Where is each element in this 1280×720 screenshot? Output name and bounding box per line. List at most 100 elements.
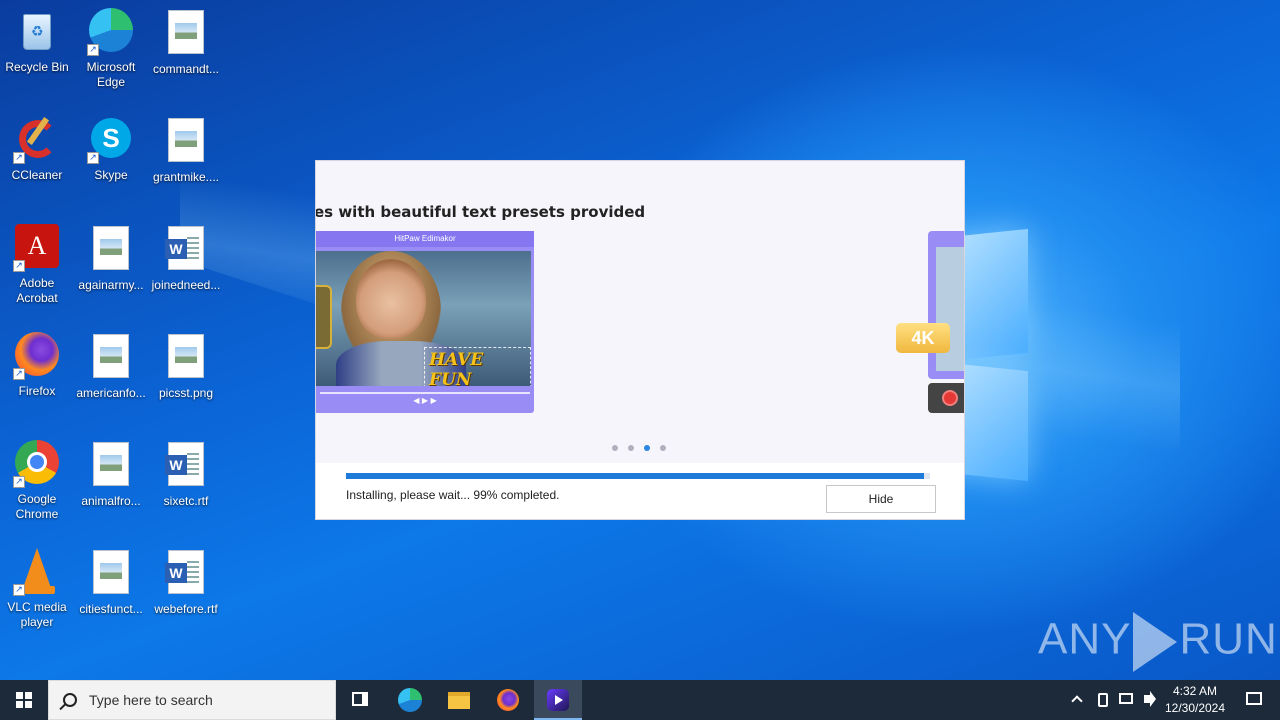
taskbar-file-explorer[interactable] — [434, 680, 482, 720]
icon-label: VLC media player — [7, 600, 67, 629]
tray-volume[interactable] — [1140, 680, 1162, 720]
icon-label: Adobe Acrobat — [16, 276, 58, 305]
task-view-icon — [352, 692, 368, 706]
desktop-icon-word-file[interactable]: W sixetc.rtf — [149, 440, 223, 509]
taskbar-firefox[interactable] — [484, 680, 532, 720]
show-hidden-icons-button[interactable] — [1068, 680, 1088, 720]
folder-icon — [448, 692, 470, 709]
windows-icon — [16, 692, 32, 708]
taskbar: Type here to search 4:32 AM 12/30/2024 — [0, 680, 1280, 720]
desktop-icon-image-file[interactable]: americanfo... — [74, 332, 148, 401]
icon-label: Firefox — [18, 384, 56, 398]
desktop-icon-image-file[interactable]: grantmike.... — [149, 116, 223, 185]
carousel-dot[interactable] — [628, 445, 634, 451]
taskbar-edge[interactable] — [386, 680, 434, 720]
desktop: ♻ Recycle Bin ↗ CCleaner A ↗ Adobe Acrob… — [0, 0, 1280, 680]
vlc-icon: ↗ — [13, 548, 61, 596]
device-icon — [1098, 693, 1108, 707]
desktop-icon-image-file[interactable]: animalfro... — [74, 440, 148, 509]
4k-badge: 4K — [896, 323, 950, 353]
network-icon — [1119, 693, 1133, 704]
carousel-dots — [612, 445, 666, 451]
clock-time: 4:32 AM — [1172, 684, 1218, 698]
slide-title: es with beautiful text presets provided — [315, 203, 646, 221]
desktop-icon-image-file[interactable]: citiesfunct... — [74, 548, 148, 617]
search-icon — [63, 693, 77, 707]
desktop-icon-image-file[interactable]: picsst.png — [149, 332, 223, 401]
install-progress-bar — [346, 473, 930, 479]
clock-date: 12/30/2024 — [1164, 701, 1226, 715]
icon-label: joinedneed... — [151, 278, 221, 292]
installer-window: es with beautiful text presets provided … — [315, 160, 965, 520]
word-file-icon: W — [162, 442, 210, 490]
carousel-dot-active[interactable] — [644, 445, 650, 451]
volume-icon — [1144, 691, 1156, 707]
preview-player-controls: ◀ ▶ ▶ — [316, 389, 534, 413]
carousel-dot[interactable] — [612, 445, 618, 451]
feature-preview-card: HitPaw Edimakor HAVE FUN ◀ ▶ ▶ — [316, 231, 534, 413]
icon-label: animalfro... — [81, 494, 141, 508]
watermark-right: RUN — [1179, 614, 1278, 664]
record-icon — [928, 383, 964, 413]
icon-label: picsst.png — [158, 386, 214, 400]
icon-label: americanfo... — [76, 386, 146, 400]
preview-app-title: HitPaw Edimakor — [316, 231, 534, 247]
image-file-icon — [87, 334, 135, 382]
watermark-left: ANY — [1038, 614, 1132, 664]
notification-icon — [1246, 692, 1262, 705]
image-file-icon — [87, 226, 135, 274]
desktop-icon-skype[interactable]: S ↗ Skype — [74, 116, 148, 183]
desktop-icon-microsoft-edge[interactable]: ↗ Microsoft Edge — [74, 8, 148, 90]
icon-label: againarmy... — [78, 278, 144, 292]
slide-prev-handle — [316, 285, 332, 349]
desktop-icon-google-chrome[interactable]: ↗ Google Chrome — [0, 440, 74, 522]
adobe-acrobat-icon: A ↗ — [13, 224, 61, 272]
taskbar-edimakor-installer[interactable] — [534, 680, 582, 720]
firefox-icon: ↗ — [13, 332, 61, 380]
tray-device[interactable] — [1094, 680, 1112, 720]
desktop-icon-recycle-bin[interactable]: ♻ Recycle Bin — [0, 8, 74, 75]
firefox-icon — [497, 689, 519, 711]
ccleaner-icon: ↗ — [13, 116, 61, 164]
icon-label: Google Chrome — [15, 492, 59, 521]
edimakor-icon — [547, 689, 569, 711]
chrome-icon: ↗ — [13, 440, 61, 488]
tray-network[interactable] — [1116, 680, 1136, 720]
preview-scrub-bar — [320, 392, 530, 394]
desktop-icon-vlc[interactable]: ↗ VLC media player — [0, 548, 74, 630]
desktop-icon-word-file[interactable]: W webefore.rtf — [149, 548, 223, 617]
icon-label: Recycle Bin — [5, 60, 69, 74]
icon-label: citiesfunct... — [79, 602, 143, 616]
image-file-icon — [162, 118, 210, 166]
start-button[interactable] — [0, 680, 48, 720]
desktop-icon-word-file[interactable]: W joinedneed... — [149, 224, 223, 293]
text-preset-overlay: HAVE FUN — [424, 347, 531, 386]
chevron-up-icon — [1071, 695, 1083, 707]
skype-icon: S ↗ — [87, 116, 135, 164]
taskbar-search-box[interactable]: Type here to search — [48, 680, 336, 720]
action-center-button[interactable] — [1234, 680, 1274, 720]
word-file-icon: W — [162, 226, 210, 274]
edge-icon: ↗ — [87, 8, 135, 56]
desktop-icon-image-file[interactable]: againarmy... — [74, 224, 148, 293]
install-status-text: Installing, please wait... 99% completed… — [346, 488, 560, 502]
image-file-icon — [87, 442, 135, 490]
preview-photo: HAVE FUN — [316, 251, 531, 386]
image-file-icon — [87, 550, 135, 598]
icon-label: CCleaner — [11, 168, 63, 182]
desktop-icon-adobe-acrobat[interactable]: A ↗ Adobe Acrobat — [0, 224, 74, 306]
desktop-icon-image-file[interactable]: commandt... — [149, 8, 223, 77]
anyrun-watermark: ANY RUN — [1038, 612, 1278, 672]
desktop-icon-firefox[interactable]: ↗ Firefox — [0, 332, 74, 399]
carousel-dot[interactable] — [660, 445, 666, 451]
desktop-icon-ccleaner[interactable]: ↗ CCleaner — [0, 116, 74, 183]
icon-label: Skype — [94, 168, 128, 182]
icon-label: commandt... — [152, 62, 220, 76]
image-file-icon — [162, 334, 210, 382]
task-view-button[interactable] — [336, 680, 384, 720]
taskbar-clock[interactable]: 4:32 AM 12/30/2024 — [1160, 683, 1230, 717]
hide-button[interactable]: Hide — [826, 485, 936, 513]
installer-footer: Installing, please wait... 99% completed… — [316, 463, 964, 519]
icon-label: grantmike.... — [152, 170, 220, 184]
install-progress-fill — [346, 473, 925, 479]
